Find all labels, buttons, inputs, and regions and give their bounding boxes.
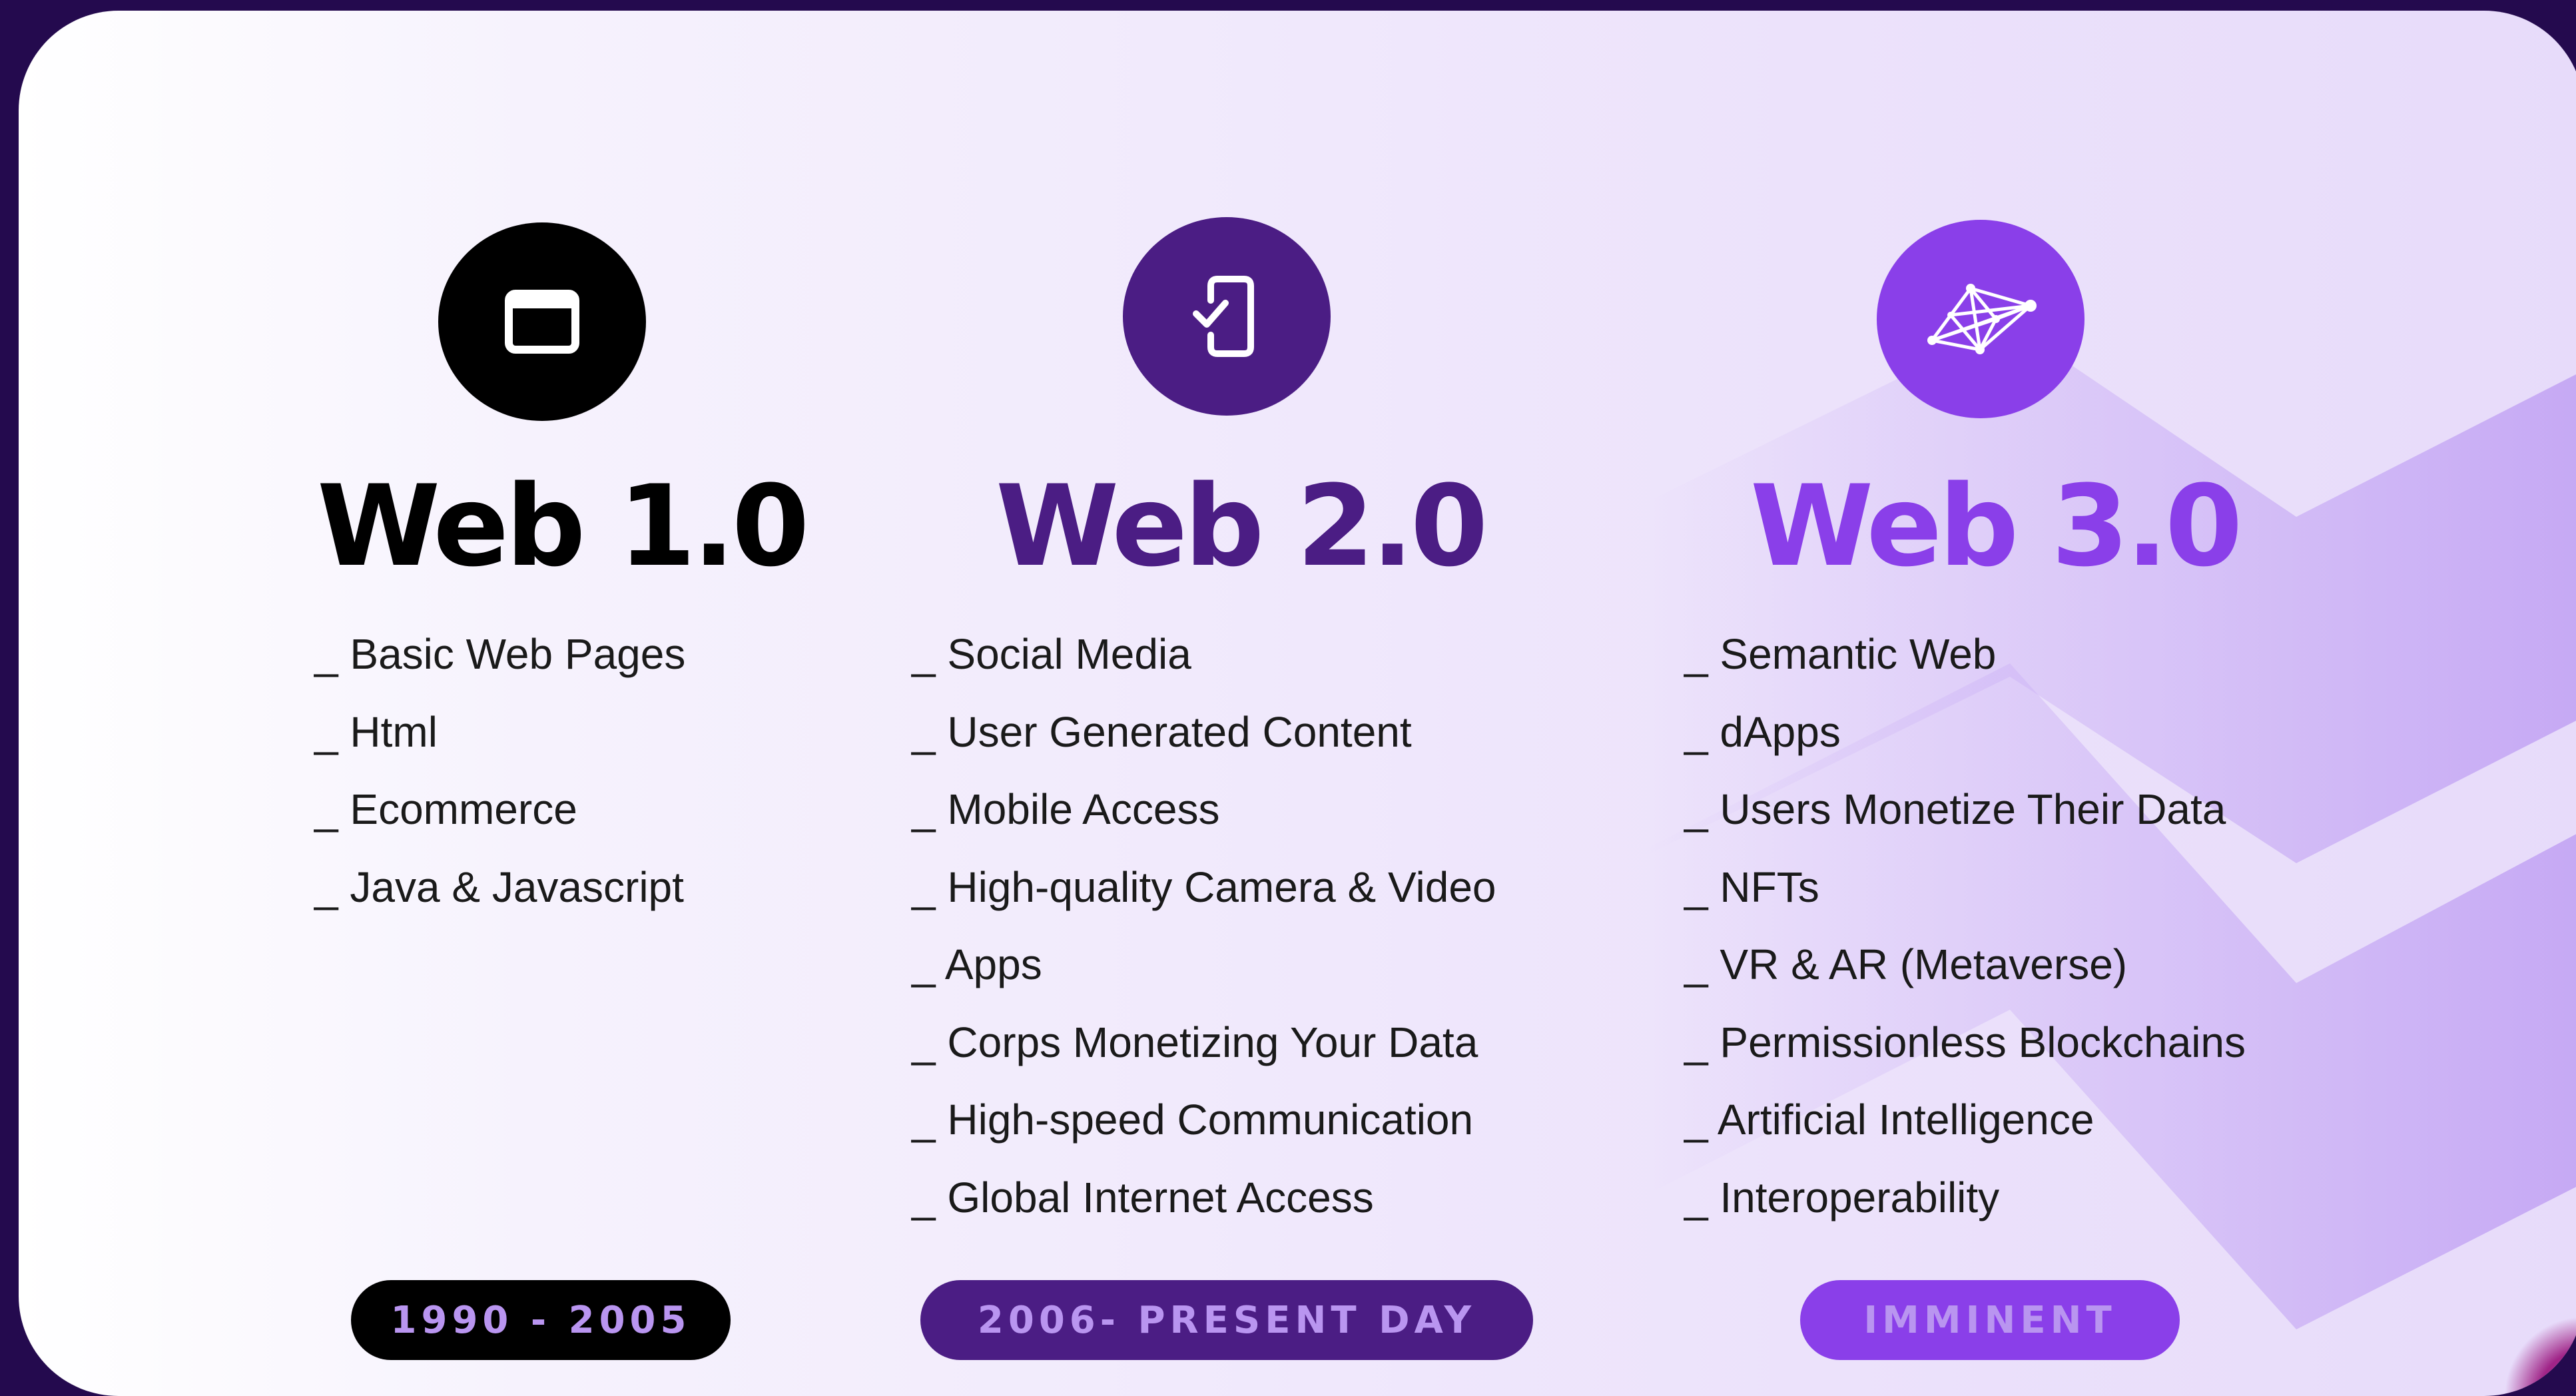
list-item: _ High-quality Camera & Video	[912, 863, 1496, 911]
list-item: _ Corps Monetizing Your Data	[912, 1018, 1478, 1066]
list-item: _ dApps	[1684, 707, 1841, 756]
browser-window-icon	[505, 290, 579, 354]
web2-icon-circle	[1123, 217, 1331, 416]
list-item: _ Mobile Access	[912, 785, 1220, 833]
list-item: _ NFTs	[1684, 863, 1819, 911]
list-item: _ Interoperability	[1684, 1173, 2000, 1222]
list-item: _ Ecommerce	[314, 785, 577, 833]
web3-period-badge: IMMINENT	[1800, 1280, 2180, 1360]
web2-period-badge: 2006- PRESENT DAY	[920, 1280, 1533, 1360]
mobile-check-icon	[1193, 276, 1254, 357]
list-item: _ Users Monetize Their Data	[1684, 785, 2226, 833]
list-item: _ Permissionless Blockchains	[1684, 1018, 2246, 1066]
web1-icon-circle	[438, 222, 646, 421]
web1-feature-list: _ Basic Web Pages _ Html _ Ecommerce _ J…	[314, 615, 685, 926]
list-item: _ User Generated Content	[912, 707, 1412, 756]
list-item: _ Social Media	[912, 630, 1191, 678]
web1-period-badge: 1990 - 2005	[351, 1280, 731, 1360]
corner-accent	[2504, 1316, 2576, 1396]
web3-title: Web 3.0	[1750, 461, 2243, 591]
web2-feature-list: _ Social Media _ User Generated Content …	[912, 615, 1496, 1236]
list-item: _ High-speed Communication	[912, 1096, 1474, 1144]
list-item: _ Html	[314, 707, 438, 756]
list-item: _ VR & AR (Metaverse)	[1684, 940, 2128, 988]
network-mesh-icon	[1927, 284, 2037, 354]
web2-title: Web 2.0	[996, 461, 1488, 591]
list-item: _ Basic Web Pages	[314, 630, 686, 678]
web3-feature-list: _ Semantic Web _ dApps _ Users Monetize …	[1684, 615, 2246, 1236]
comparison-card: Web 1.0 _ Basic Web Pages _ Html _ Ecomm…	[19, 11, 2576, 1396]
list-item: _ Artificial Intelligence	[1684, 1096, 2094, 1144]
list-item: _ Apps	[912, 940, 1042, 988]
list-item: _ Java & Javascript	[314, 863, 684, 911]
list-item: _ Semantic Web	[1684, 630, 1997, 678]
web1-title: Web 1.0	[317, 461, 810, 591]
web3-icon-circle	[1877, 220, 2085, 418]
list-item: _ Global Internet Access	[912, 1173, 1374, 1222]
